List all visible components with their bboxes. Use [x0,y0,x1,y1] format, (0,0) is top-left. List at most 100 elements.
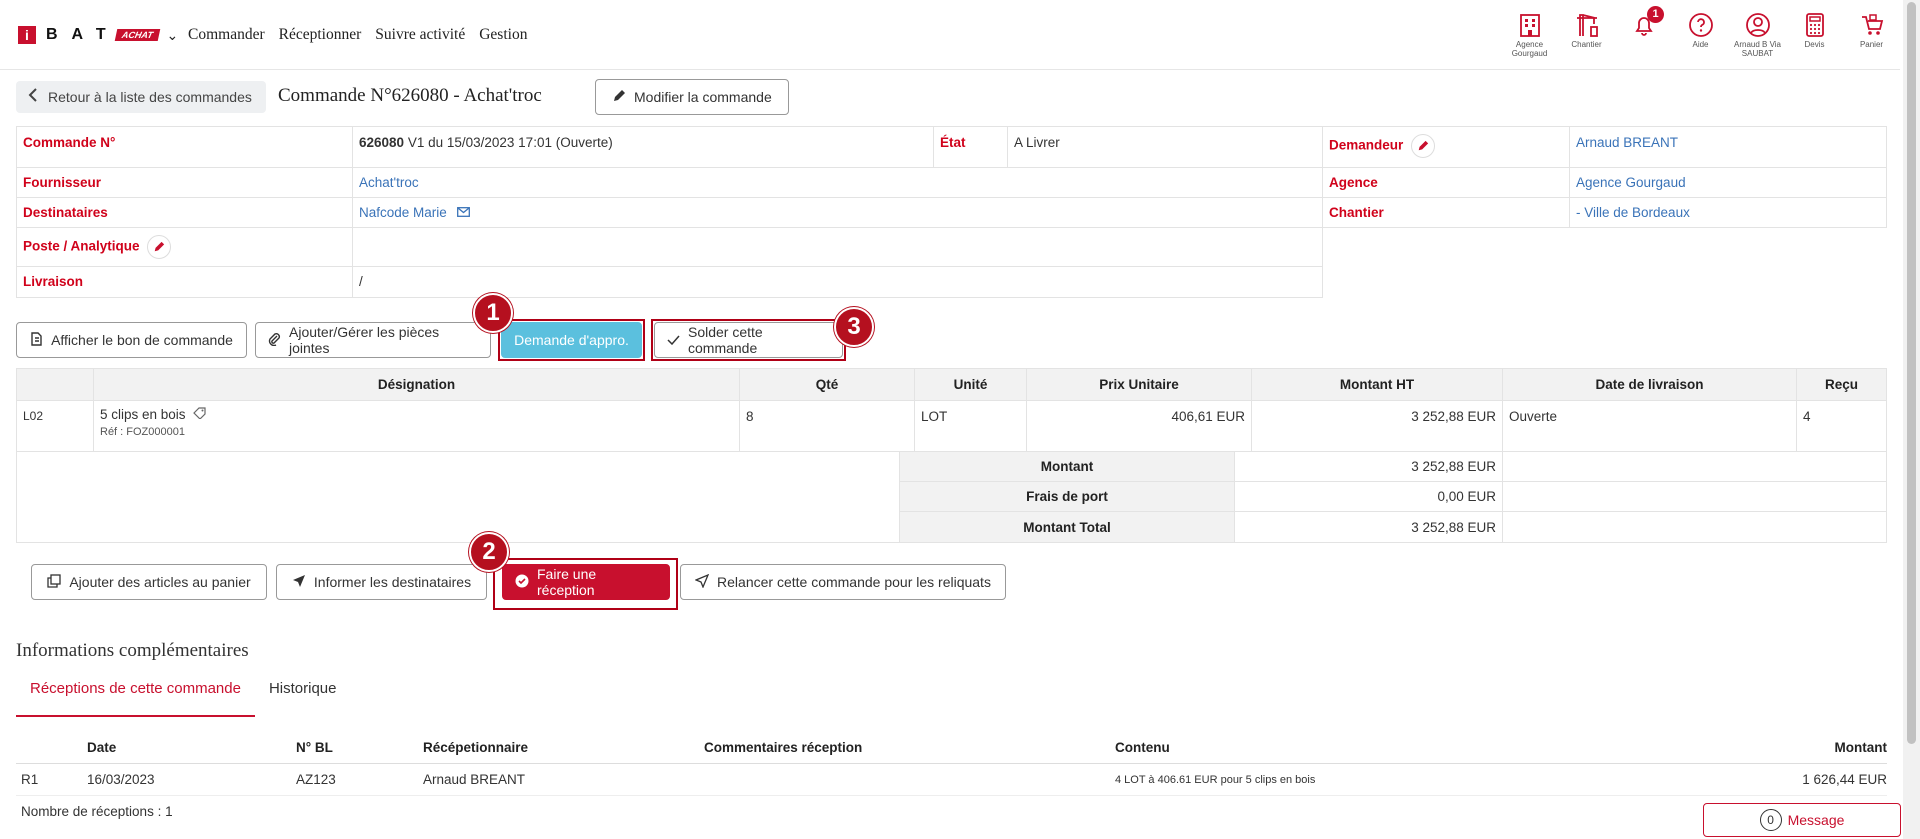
col-header-reception-amount: Montant [1834,740,1887,755]
requester-cell: Arnaud BREANT [1569,126,1887,168]
top-navbar: i BAT ACHAT ⌄ Commander Réceptionner Sui… [0,0,1900,70]
scrollbar[interactable] [1903,0,1920,839]
tab-receptions[interactable]: Réceptions de cette commande [16,672,255,717]
chevron-left-icon [28,81,38,113]
calculator-icon [1805,13,1824,37]
close-order-button[interactable]: Solder cette commande [654,322,843,358]
pencil-icon [1418,140,1429,151]
receptions-header-divider [16,763,1887,764]
user-button[interactable]: Arnaud B Via SAUBAT [1729,8,1786,58]
col-header-bl: N° BL [296,740,333,755]
line-designation: 5 clips en bois [100,407,186,422]
make-reception-button[interactable]: Faire une réception [502,564,670,600]
tab-history[interactable]: Historique [255,672,351,717]
line-designation-cell: 5 clips en bois Réf : FOZ000001 [93,400,740,452]
requester-link[interactable]: Arnaud BREANT [1576,135,1678,150]
nav-gestion[interactable]: Gestion [479,26,527,44]
chevron-down-icon[interactable]: ⌄ [167,27,179,44]
paperclip-icon [268,332,281,349]
recipient-link[interactable]: Nafcode Marie [359,205,447,220]
add-to-cart-button[interactable]: Ajouter des articles au panier [31,564,267,600]
send-icon [292,574,306,591]
add-to-cart-label: Ajouter des articles au panier [69,574,251,590]
line-delivery: Ouverte [1502,400,1797,452]
reception-bl: AZ123 [296,772,336,787]
notification-badge: 1 [1647,6,1664,23]
supplier-link[interactable]: Achat'troc [359,175,419,190]
col-header-designation: Désignation [93,368,740,401]
quotes-button[interactable]: Devis [1786,8,1843,58]
edit-post-button[interactable] [147,235,172,259]
help-label: Aide [1692,40,1709,49]
logo-letter: i [18,26,36,44]
nav-suivre-activite[interactable]: Suivre activité [375,26,465,44]
grand-total-value: 3 252,88 EUR [1234,511,1503,543]
order-number-label-cell: Commande N° [16,126,353,168]
remind-order-button[interactable]: Relancer cette commande pour les reliqua… [680,564,1006,600]
post-label: Poste / Analytique [23,238,140,254]
check-circle-icon [515,574,529,591]
grand-total-label: Montant Total [899,511,1235,543]
attachments-button[interactable]: Ajouter/Gérer les pièces jointes [255,322,491,358]
requester-label: Demandeur [1329,137,1404,153]
supplier-label: Fournisseur [23,175,102,190]
cart-button[interactable]: Panier [1843,8,1900,58]
quotes-label: Devis [1804,40,1825,49]
remind-label: Relancer cette commande pour les reliqua… [717,574,991,590]
reception-content: 4 LOT à 406.61 EUR pour 5 clips en bois [1115,774,1316,786]
order-number: 626080 [359,135,405,150]
line-reference: Réf : FOZ000001 [100,426,185,438]
message-count: 0 [1759,809,1782,831]
site-link[interactable]: - Ville de Bordeaux [1576,205,1690,220]
delivery-value: / [359,274,363,289]
cart-label: Panier [1859,40,1884,49]
line-code: L02 [16,400,94,452]
col-header-content: Contenu [1115,740,1170,755]
scrollbar-thumb[interactable] [1907,2,1916,744]
supplier-cell: Achat'troc [352,167,1323,198]
reception-id: R1 [21,772,39,787]
shipping-value: 0,00 EUR [1234,481,1503,512]
supply-request-button[interactable]: Demande d'appro. [501,322,642,358]
copy-icon [47,573,61,591]
step-marker-2: 2 [469,532,509,572]
brand-logo[interactable]: i BAT ACHAT ⌄ [18,26,178,44]
show-po-label: Afficher le bon de commande [51,332,233,348]
col-header-amount: Montant HT [1251,368,1503,401]
agency-cell: Agence Gourgaud [1569,167,1887,198]
inform-label: Informer les destinataires [313,574,472,590]
site-info-label: Chantier [1329,205,1384,220]
totals-spacer [16,451,900,543]
complementary-info-title: Informations complémentaires [16,640,249,661]
page-title: Commande N°626080 - Achat'troc [278,85,542,106]
edit-order-button[interactable]: Modifier la commande [595,79,789,115]
message-button[interactable]: 0 Message [1703,803,1901,837]
inform-recipients-button[interactable]: Informer les destinataires [276,564,487,600]
nav-receptionner[interactable]: Réceptionner [279,26,362,44]
post-label-cell: Poste / Analytique [16,227,353,267]
tag-icon[interactable] [193,407,207,422]
edit-requester-button[interactable] [1411,134,1436,158]
col-header-delivery-date: Date de livraison [1502,368,1797,401]
site-button[interactable]: Chantier [1558,8,1615,58]
total-amount-label: Montant [899,451,1235,482]
mail-icon[interactable] [456,205,470,220]
agency-button[interactable]: Agence Gourgaud [1501,8,1558,58]
show-purchase-order-button[interactable]: Afficher le bon de commande [16,322,247,358]
top-icons: Agence Gourgaud Chantier 1 Aide Arnaud B… [1501,6,1900,58]
delivery-label-cell: Livraison [16,266,353,298]
line-received: 4 [1796,400,1887,452]
back-to-orders-button[interactable]: Retour à la liste des commandes [16,81,266,113]
notifications-button[interactable]: 1 [1615,6,1672,58]
logo-badge: ACHAT [114,29,160,41]
shipping-label: Frais de port [899,481,1235,512]
supply-request-label: Demande d'appro. [514,332,629,348]
state-label-cell: État [933,126,1008,168]
help-button[interactable]: Aide [1672,8,1729,58]
nav-commander[interactable]: Commander [188,26,265,44]
order-number-cell: 626080 V1 du 15/03/2023 17:01 (Ouverte) [352,126,934,168]
state-cell: A Livrer [1007,126,1323,168]
line-qty: 8 [739,400,915,452]
check-icon [667,332,680,348]
agency-link[interactable]: Agence Gourgaud [1576,175,1686,190]
